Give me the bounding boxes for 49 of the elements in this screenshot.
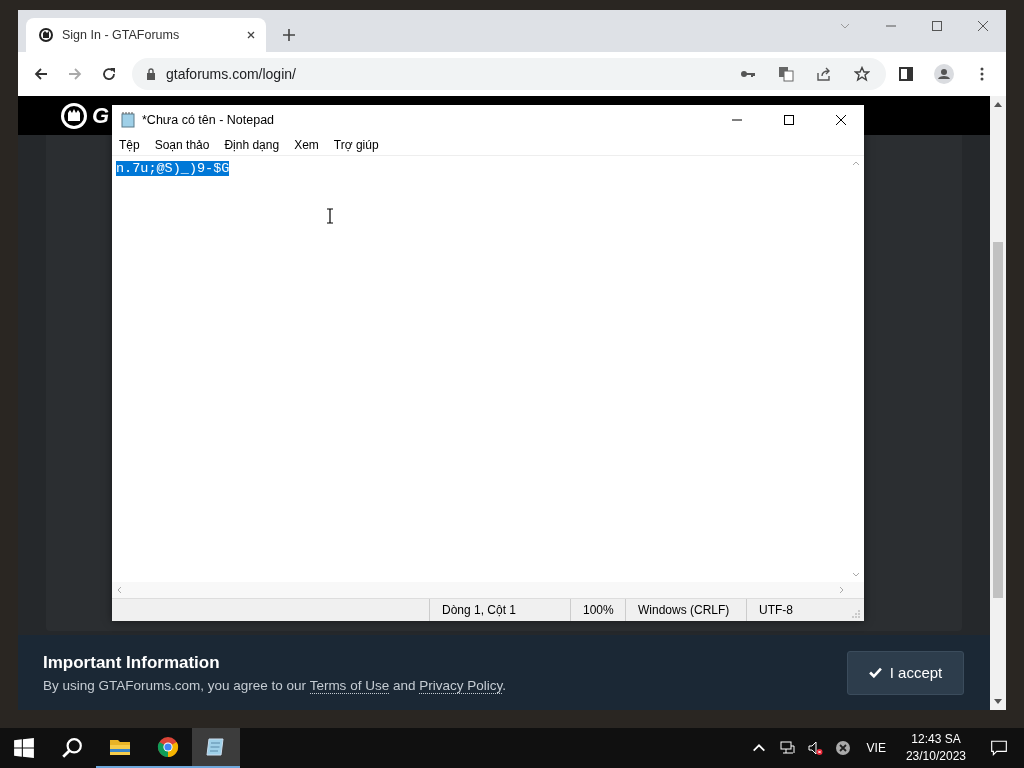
new-tab-icon[interactable] bbox=[282, 28, 296, 42]
notepad-icon bbox=[120, 112, 136, 128]
menu-item[interactable]: Trợ giúp bbox=[333, 138, 379, 152]
site-logo-text[interactable]: G bbox=[92, 102, 110, 129]
lock-icon bbox=[146, 68, 156, 80]
menu-item[interactable]: Soạn thảo bbox=[154, 138, 210, 152]
share-icon[interactable] bbox=[816, 66, 832, 82]
scroll-down-icon[interactable] bbox=[994, 699, 1002, 705]
editor-text[interactable]: n.7u;@S)_)9-$G bbox=[116, 161, 230, 176]
status-item: Windows (CRLF) bbox=[625, 599, 746, 621]
window-title: *Chưa có tên - Notepad bbox=[142, 113, 275, 127]
clock-time[interactable]: 12:43 SA bbox=[911, 731, 961, 748]
clock-date[interactable]: 23/10/2023 bbox=[905, 748, 966, 765]
menu-item[interactable]: Định dạng bbox=[224, 138, 280, 152]
star-icon[interactable] bbox=[854, 66, 870, 82]
resize-grip-icon[interactable] bbox=[851, 609, 861, 619]
status-item: UTF-8 bbox=[746, 599, 851, 621]
maximize-icon[interactable] bbox=[783, 114, 795, 126]
notification-icon[interactable] bbox=[990, 739, 1008, 757]
address-bar[interactable]: gtaforums.com/login/ bbox=[132, 58, 886, 90]
check-icon bbox=[868, 667, 882, 678]
text-cursor-icon bbox=[326, 208, 334, 224]
accept-button[interactable]: I accept bbox=[847, 650, 964, 695]
fist-logo-icon[interactable] bbox=[60, 101, 88, 130]
scroll-up-icon[interactable] bbox=[994, 101, 1002, 107]
profile-icon[interactable] bbox=[934, 64, 954, 84]
speaker-muted-icon[interactable] bbox=[806, 740, 823, 756]
notice-title: Important Information bbox=[43, 652, 221, 673]
search-icon bbox=[61, 737, 83, 759]
network-icon[interactable] bbox=[778, 740, 795, 756]
scroll-thumb[interactable] bbox=[993, 242, 1003, 598]
error-icon[interactable] bbox=[834, 740, 851, 756]
browser-tab[interactable]: Sign In - GTAForums bbox=[26, 18, 266, 52]
close-icon[interactable] bbox=[835, 114, 847, 126]
notepad-icon bbox=[205, 736, 227, 758]
policy-link[interactable]: Terms of Use bbox=[309, 677, 390, 694]
browser-logo-icon bbox=[157, 736, 179, 758]
menu-item[interactable]: Tệp bbox=[119, 138, 140, 152]
side-panel-icon[interactable] bbox=[898, 66, 914, 82]
translate-icon[interactable] bbox=[778, 66, 794, 82]
close-icon[interactable] bbox=[246, 30, 256, 40]
windows-logo-icon bbox=[13, 737, 35, 759]
scrollbar[interactable] bbox=[990, 96, 1006, 710]
notepad-app-button[interactable] bbox=[192, 728, 240, 768]
status-item: 100% bbox=[570, 599, 625, 621]
menu-item[interactable]: Xem bbox=[294, 138, 319, 152]
language-indicator[interactable]: VIE bbox=[866, 741, 886, 755]
notice-text: By using GTAForums.com, you agree to our Terms of Use and Privacy Policy. bbox=[43, 677, 507, 693]
status-item: Dòng 1, Cột 1 bbox=[429, 599, 570, 621]
